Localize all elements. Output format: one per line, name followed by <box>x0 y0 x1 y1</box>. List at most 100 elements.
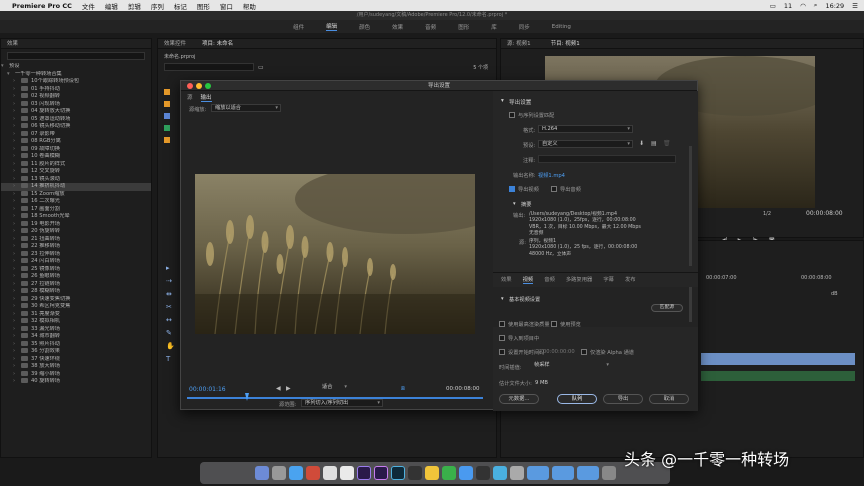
chevron-right-icon[interactable]: › <box>13 168 21 176</box>
new-bin-icon[interactable]: ▭ <box>258 64 264 71</box>
hand-icon[interactable]: ✋ <box>166 342 175 350</box>
chevron-right-icon[interactable]: › <box>13 288 21 296</box>
audio-clip[interactable] <box>701 371 855 381</box>
save-preset-icon[interactable]: ⬇ <box>639 140 644 147</box>
chevron-right-icon[interactable]: › <box>13 108 21 116</box>
effects-preset-item[interactable]: › 26 鱼眼转场 <box>1 273 151 281</box>
effects-preset-item[interactable]: › 12 交叉旋转 <box>1 168 151 176</box>
tab-source[interactable]: 源 <box>187 93 193 102</box>
tree-folder[interactable]: ▾ 一千零一种转场合集 <box>1 71 151 79</box>
effects-preset-item[interactable]: › 05 遮罩运动转场 <box>1 115 151 124</box>
menu-help[interactable]: 帮助 <box>243 1 256 11</box>
effects-preset-item[interactable]: › 13 镜头滚动 <box>1 175 151 184</box>
photos-icon[interactable] <box>322 466 337 480</box>
ripple-edit-icon[interactable]: ⇹ <box>166 290 175 298</box>
app-icon[interactable] <box>305 466 320 480</box>
tab-output[interactable]: 输出 <box>200 93 212 102</box>
match-sequence-checkbox[interactable] <box>509 112 515 118</box>
source-scale-dropdown[interactable]: 缩放以适合 <box>211 104 281 112</box>
effects-preset-item[interactable]: › 35 照片抖动 <box>1 340 151 349</box>
tab-audio[interactable]: 音频 <box>544 275 555 284</box>
chevron-right-icon[interactable]: › <box>13 153 21 161</box>
premiere-rush-icon[interactable] <box>373 466 388 480</box>
effects-preset-item[interactable]: › 02 视频翻转 <box>1 93 151 101</box>
effects-preset-item[interactable]: › 37 快速环绕 <box>1 355 151 364</box>
chevron-right-icon[interactable]: › <box>13 78 21 86</box>
effects-preset-item[interactable]: › 11 胶片的样式 <box>1 160 151 169</box>
comments-input[interactable] <box>538 155 676 163</box>
effects-preset-item[interactable]: › 06 镜头移动切换 <box>1 123 151 131</box>
type-tool-icon[interactable]: T <box>166 355 175 363</box>
alpha-only-checkbox[interactable] <box>581 349 587 355</box>
folder-icon[interactable] <box>551 466 574 480</box>
chevron-right-icon[interactable]: › <box>13 191 21 199</box>
finder-icon[interactable] <box>254 466 269 480</box>
app-icon[interactable] <box>458 466 473 480</box>
workspace-tab[interactable]: 图形 <box>458 23 469 31</box>
chrome-icon[interactable] <box>424 466 439 480</box>
chevron-right-icon[interactable]: › <box>13 213 21 221</box>
chevron-right-icon[interactable]: › <box>13 228 21 236</box>
minimize-window-icon[interactable] <box>196 83 202 89</box>
export-audio-checkbox[interactable] <box>551 186 557 192</box>
tab-multiplexer[interactable]: 多路复用器 <box>566 275 593 284</box>
effects-preset-item[interactable]: › 25 镜像转场 <box>1 265 151 274</box>
basic-video-chevron[interactable]: ▾ <box>501 296 504 302</box>
video-settings-scrollbar[interactable] <box>689 287 692 322</box>
menu-edit[interactable]: 编辑 <box>105 1 118 11</box>
tab-source[interactable]: 源: 视频1 <box>507 39 531 48</box>
workspace-tab[interactable]: 颜色 <box>359 23 370 31</box>
workspace-tab[interactable]: 库 <box>491 23 497 31</box>
effects-preset-item[interactable]: › 39 缩小转场 <box>1 370 151 379</box>
menu-list-icon[interactable]: ☰ <box>852 2 858 10</box>
effects-preset-item[interactable]: › 18 Smooth光晕 <box>1 213 151 221</box>
zoom-window-icon[interactable] <box>205 83 211 89</box>
chevron-right-icon[interactable]: › <box>13 206 21 214</box>
source-range-dropdown[interactable]: 序列切入/序列切出 <box>301 399 383 407</box>
chevron-right-icon[interactable]: › <box>13 86 21 94</box>
chevron-right-icon[interactable]: › <box>13 266 21 274</box>
effects-preset-item[interactable]: › 09 故障切换 <box>1 145 151 154</box>
effects-preset-item[interactable]: › 40 旋转转场 <box>1 378 151 386</box>
wechat-icon[interactable] <box>441 466 456 480</box>
folder-icon[interactable] <box>576 466 599 480</box>
workspace-tab[interactable]: 效果 <box>392 23 403 31</box>
battery-icon[interactable]: ▭ <box>770 2 776 10</box>
workspace-tab[interactable]: Editing <box>552 24 571 30</box>
chevron-right-icon[interactable]: › <box>13 258 21 266</box>
chevron-right-icon[interactable]: › <box>13 296 21 304</box>
effects-preset-item[interactable]: › 08 RGB分离 <box>1 138 151 146</box>
app-icon[interactable] <box>492 466 507 480</box>
menu-graphics[interactable]: 图形 <box>197 1 210 11</box>
chevron-right-icon[interactable]: › <box>13 326 21 334</box>
preferences-icon[interactable] <box>509 466 524 480</box>
settings-scrollbar[interactable] <box>689 146 692 266</box>
chevron-right-icon[interactable]: › <box>13 311 21 319</box>
effects-preset-item[interactable]: › 16 二次曝光 <box>1 198 151 206</box>
wifi-icon[interactable]: ◠ <box>800 2 806 10</box>
chevron-right-icon[interactable]: › <box>13 333 21 341</box>
effects-preset-item[interactable]: › 38 放大转场 <box>1 363 151 371</box>
menu-file[interactable]: 文件 <box>82 1 95 11</box>
chevron-right-icon[interactable]: › <box>13 318 21 326</box>
chevron-right-icon[interactable]: › <box>13 161 21 169</box>
chevron-right-icon[interactable]: › <box>13 303 21 311</box>
section-chevron[interactable]: ▾ <box>501 98 504 104</box>
effects-preset-item[interactable]: › 03 闪现转场 <box>1 100 151 109</box>
effects-preset-item[interactable]: › 19 电影开场 <box>1 220 151 229</box>
chevron-down-icon[interactable]: ▾ <box>1 63 9 71</box>
start-timecode-field[interactable]: 00:00:00:00 <box>543 349 575 355</box>
chevron-down-icon[interactable]: ▾ <box>7 71 15 79</box>
menu-sequence[interactable]: 序列 <box>151 1 164 11</box>
selection-tool-icon[interactable]: ▸ <box>166 264 175 272</box>
tab-effects[interactable]: 效果 <box>501 275 512 284</box>
chevron-right-icon[interactable]: › <box>13 183 21 191</box>
max-quality-checkbox[interactable] <box>499 321 505 327</box>
track-select-icon[interactable]: ⇢ <box>166 277 175 285</box>
menu-window[interactable]: 窗口 <box>220 1 233 11</box>
effects-preset-item[interactable]: › 14 推挤机抖动 <box>1 183 151 191</box>
menu-clip[interactable]: 剪辑 <box>128 1 141 11</box>
export-video-checkbox[interactable] <box>509 186 515 192</box>
chevron-right-icon[interactable]: › <box>13 93 21 101</box>
chevron-right-icon[interactable]: › <box>13 221 21 229</box>
